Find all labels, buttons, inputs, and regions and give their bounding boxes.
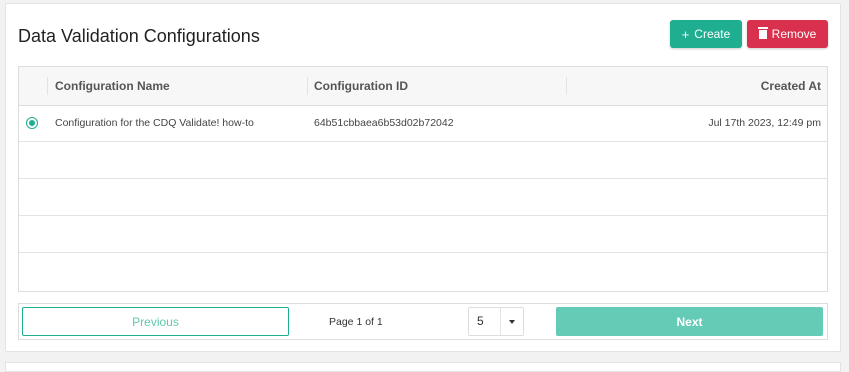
column-header-configuration-id[interactable]: Configuration ID [314, 67, 408, 105]
previous-button[interactable]: Previous [22, 307, 289, 336]
column-divider [566, 77, 567, 95]
page-size-dropdown-toggle[interactable] [500, 308, 523, 335]
create-button-label: Create [694, 27, 731, 41]
remove-button-label: Remove [771, 27, 817, 41]
configurations-card: Data Validation Configurations + Create … [5, 3, 841, 352]
remove-button[interactable]: Remove [747, 20, 828, 48]
configuration-name-cell: Configuration for the CDQ Validate! how-… [55, 117, 254, 129]
empty-table-row [19, 216, 827, 253]
page-title: Data Validation Configurations [18, 26, 260, 46]
chevron-down-icon [509, 320, 515, 324]
plus-icon: + [681, 26, 690, 42]
empty-table-row [19, 253, 827, 290]
created-at-cell: Jul 17th 2023, 12:49 pm [708, 117, 821, 129]
page-info: Page 1 of 1 [329, 316, 383, 328]
column-header-configuration-name[interactable]: Configuration Name [55, 67, 170, 105]
page-size-select[interactable]: 5 [468, 307, 524, 336]
create-button[interactable]: + Create [670, 20, 742, 48]
empty-table-row [19, 179, 827, 216]
row-select-radio[interactable] [26, 117, 38, 129]
empty-table-row [19, 142, 827, 179]
next-card-edge [5, 362, 841, 372]
trash-icon [757, 27, 768, 39]
next-button[interactable]: Next [556, 307, 823, 336]
configurations-table: Configuration Name Configuration ID Crea… [18, 66, 828, 292]
page-size-value: 5 [477, 314, 484, 328]
pagination-bar: Previous Page 1 of 1 5 Next [18, 303, 828, 340]
column-divider [307, 77, 308, 95]
column-header-created-at[interactable]: Created At [761, 67, 821, 105]
configuration-id-cell: 64b51cbbaea6b53d02b72042 [314, 117, 454, 129]
table-row[interactable]: Configuration for the CDQ Validate! how-… [19, 105, 827, 142]
table-header: Configuration Name Configuration ID Crea… [19, 67, 827, 106]
select-column-header [19, 77, 48, 95]
